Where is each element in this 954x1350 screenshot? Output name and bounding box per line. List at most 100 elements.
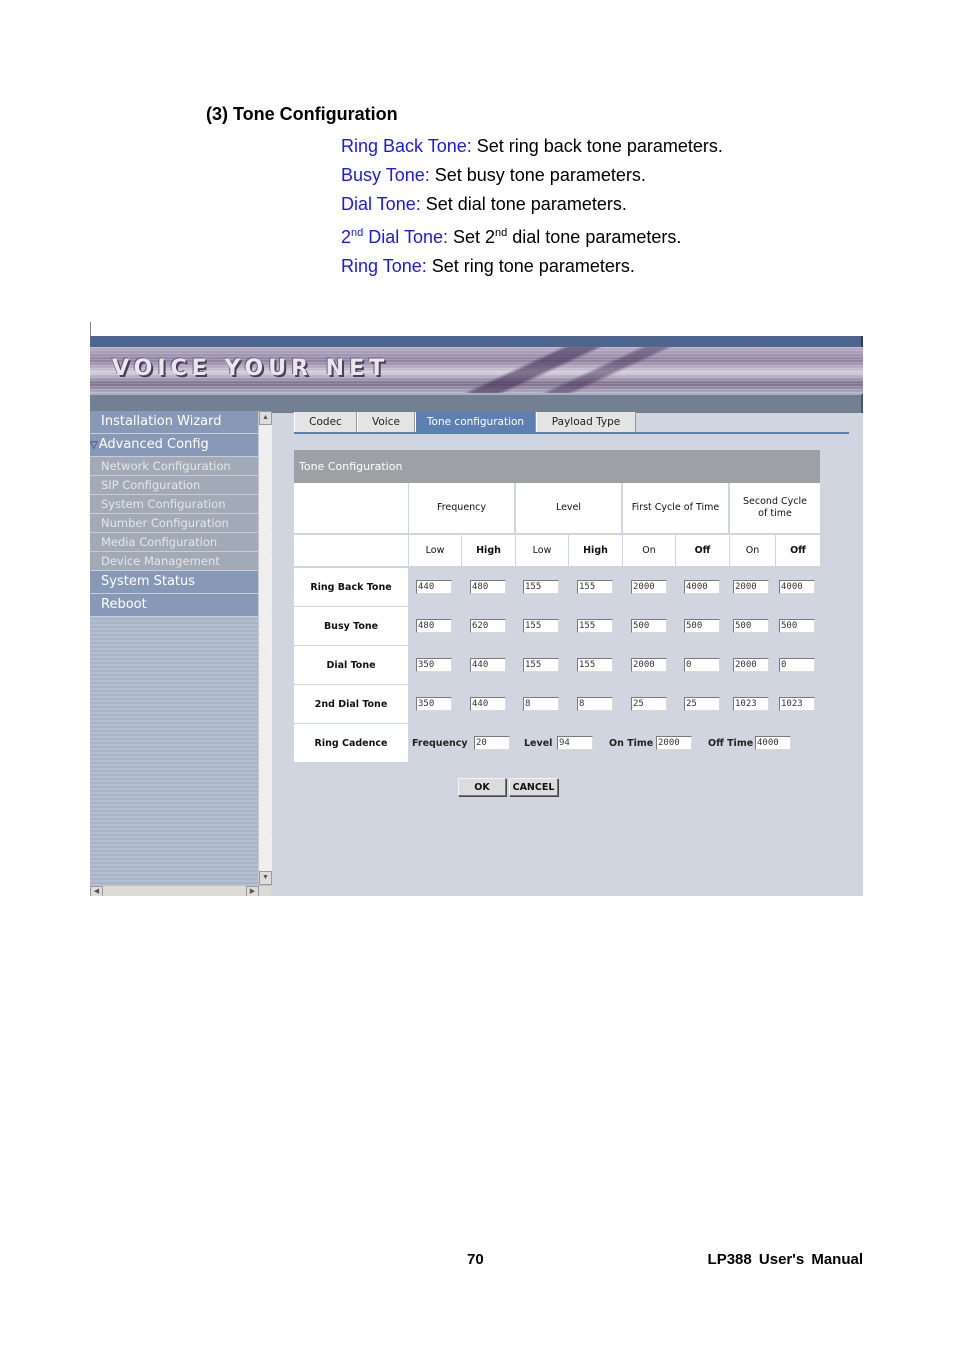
column-sub-header: On <box>730 535 775 566</box>
ok-button[interactable]: OK <box>458 778 506 796</box>
desc-2nd-dial-tone: 2nd Dial Tone: Set 2nd dial tone paramet… <box>341 219 723 252</box>
header-blank-cell <box>294 483 408 533</box>
definition-pre: Set 2 <box>447 227 496 247</box>
sidebar-item-sip-configuration[interactable]: SIP Configuration <box>90 476 258 495</box>
cadence-value-input[interactable]: 20 <box>474 736 510 750</box>
sidebar-item-number-configuration[interactable]: Number Configuration <box>90 514 258 533</box>
row-label-ring-cadence: Ring Cadence <box>294 724 408 762</box>
cadence-field-label: Frequency <box>412 738 468 749</box>
tone-value-input[interactable]: 155 <box>577 619 613 633</box>
sidebar-item-installation-wizard[interactable]: Installation Wizard <box>90 411 258 434</box>
tone-value-input[interactable]: 1023 <box>779 697 815 711</box>
tone-value-input[interactable]: 350 <box>416 658 452 672</box>
tone-value-input[interactable]: 155 <box>523 658 559 672</box>
scroll-left-arrow-icon[interactable]: ◀ <box>90 886 103 896</box>
tab-underline <box>294 432 849 434</box>
term: Ring Tone: <box>341 256 427 276</box>
tone-value-input[interactable]: 500 <box>779 619 815 633</box>
sidebar-item-label: Number Configuration <box>101 516 229 530</box>
window-top <box>90 322 863 336</box>
tone-value-input[interactable]: 500 <box>631 619 667 633</box>
sidebar-item-system-status[interactable]: System Status <box>90 571 258 594</box>
tone-value-input[interactable]: 440 <box>470 697 506 711</box>
tone-value-input[interactable]: 4000 <box>779 580 815 594</box>
column-group-header: Level <box>516 483 621 533</box>
tone-value-input[interactable]: 440 <box>470 658 506 672</box>
tone-value-input[interactable]: 2000 <box>733 658 769 672</box>
tone-value-input[interactable]: 480 <box>416 619 452 633</box>
tone-value-input[interactable]: 8 <box>523 697 559 711</box>
term-text: Dial Tone: <box>363 227 448 247</box>
scroll-down-arrow-icon[interactable]: ▼ <box>259 871 272 885</box>
tone-value-input[interactable]: 155 <box>523 619 559 633</box>
tone-value-input[interactable]: 4000 <box>684 580 720 594</box>
tone-value-input[interactable]: 2000 <box>631 658 667 672</box>
tone-value-input[interactable]: 155 <box>577 580 613 594</box>
section-heading: (3) Tone Configuration <box>206 104 398 124</box>
column-group-header: Second Cycle of time <box>730 483 820 533</box>
tone-value-input[interactable]: 25 <box>684 697 720 711</box>
column-sub-header: Low <box>409 535 461 566</box>
sidebar-item-label: System Configuration <box>101 497 226 511</box>
sidebar-item-system-configuration[interactable]: System Configuration <box>90 495 258 514</box>
page-number: 70 <box>467 1251 484 1268</box>
sidebar: Installation Wizard ▽Advanced Config Net… <box>90 411 258 896</box>
term: Dial Tone: <box>341 194 421 214</box>
tone-value-input[interactable]: 620 <box>470 619 506 633</box>
tone-value-input[interactable]: 155 <box>577 658 613 672</box>
manual-title: LP388 User's Manual <box>707 1251 863 1268</box>
definition-post: dial tone parameters. <box>507 227 682 247</box>
header-bar <box>90 336 863 347</box>
sidebar-horizontal-scrollbar[interactable]: ◀ ▶ <box>90 885 271 896</box>
banner-logo-text: VOICE YOUR NET <box>112 356 390 381</box>
term-ordinal: nd <box>351 227 364 239</box>
tone-value-input[interactable]: 500 <box>733 619 769 633</box>
column-sub-header: Low <box>516 535 568 566</box>
tab-payload-type[interactable]: Payload Type <box>536 412 636 432</box>
row-label: Dial Tone <box>294 646 408 684</box>
tone-value-input[interactable]: 25 <box>631 697 667 711</box>
column-sub-header: Off <box>776 535 820 566</box>
column-group-header: First Cycle of Time <box>623 483 728 533</box>
sidebar-item-label: Network Configuration <box>101 459 231 473</box>
cadence-value-input[interactable]: 4000 <box>755 736 791 750</box>
row-label: 2nd Dial Tone <box>294 685 408 723</box>
banner: VOICE YOUR NET <box>90 347 863 393</box>
cancel-button[interactable]: CANCEL <box>509 778 558 796</box>
tone-value-input[interactable]: 1023 <box>733 697 769 711</box>
tone-value-input[interactable]: 8 <box>577 697 613 711</box>
desc-dial-tone: Dial Tone: Set dial tone parameters. <box>341 190 723 219</box>
tab-codec[interactable]: Codec <box>294 412 357 432</box>
definition: Set ring tone parameters. <box>426 256 635 276</box>
tone-value-input[interactable]: 2000 <box>631 580 667 594</box>
sidebar-item-reboot[interactable]: Reboot <box>90 594 258 617</box>
panel-title: Tone Configuration <box>294 450 820 483</box>
sidebar-item-advanced-config[interactable]: ▽Advanced Config <box>90 434 258 457</box>
column-sub-header: On <box>623 535 675 566</box>
nav-bar <box>90 393 863 413</box>
tone-value-input[interactable]: 155 <box>523 580 559 594</box>
tone-value-input[interactable]: 480 <box>470 580 506 594</box>
tone-value-input[interactable]: 2000 <box>733 580 769 594</box>
sidebar-item-label: SIP Configuration <box>101 478 201 492</box>
sidebar-vertical-scrollbar[interactable]: ▲ ▼ <box>258 411 272 885</box>
row-label: Ring Back Tone <box>294 568 408 606</box>
scroll-up-arrow-icon[interactable]: ▲ <box>259 411 272 425</box>
sidebar-item-network-configuration[interactable]: Network Configuration <box>90 457 258 476</box>
tone-value-input[interactable]: 0 <box>779 658 815 672</box>
cadence-value-input[interactable]: 94 <box>557 736 593 750</box>
definition-ordinal: nd <box>495 227 508 239</box>
scroll-right-arrow-icon[interactable]: ▶ <box>246 886 259 896</box>
header-blank-cell <box>294 535 408 566</box>
tone-value-input[interactable]: 0 <box>684 658 720 672</box>
sidebar-item-device-management[interactable]: Device Management <box>90 552 258 571</box>
cadence-value-input[interactable]: 2000 <box>656 736 692 750</box>
sidebar-item-label: Reboot <box>101 597 147 612</box>
sidebar-item-media-configuration[interactable]: Media Configuration <box>90 533 258 552</box>
tone-value-input[interactable]: 500 <box>684 619 720 633</box>
sidebar-item-label: Device Management <box>101 554 220 568</box>
tone-value-input[interactable]: 440 <box>416 580 452 594</box>
tab-voice[interactable]: Voice <box>357 412 415 432</box>
tab-tone-configuration[interactable]: Tone configuration <box>415 412 536 432</box>
tone-value-input[interactable]: 350 <box>416 697 452 711</box>
